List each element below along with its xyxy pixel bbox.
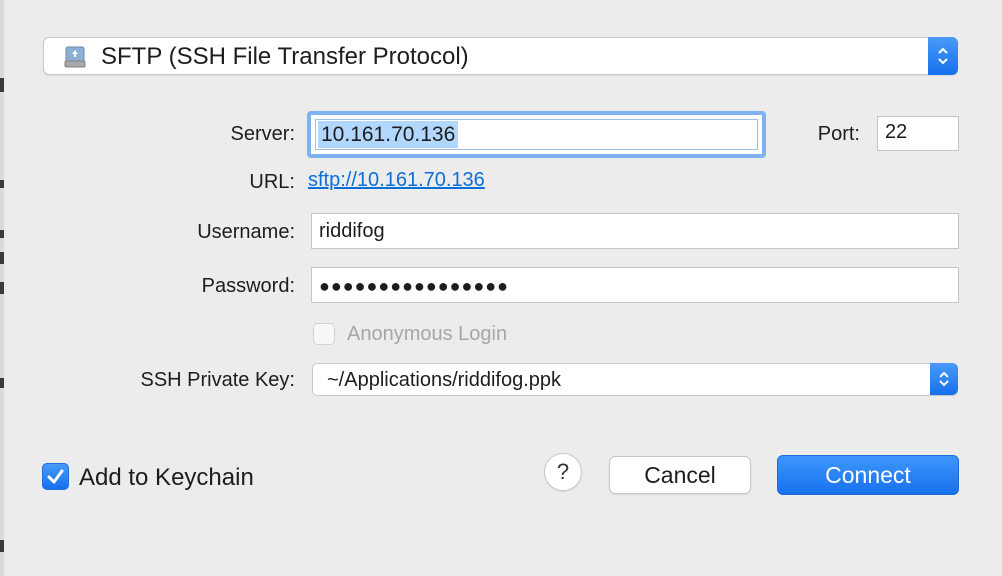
connect-button[interactable]: Connect xyxy=(777,455,959,495)
chevron-updown-icon[interactable] xyxy=(928,37,958,75)
chevron-updown-icon[interactable] xyxy=(930,363,958,395)
cancel-button[interactable]: Cancel xyxy=(609,456,751,494)
url-link[interactable]: sftp://10.161.70.136 xyxy=(308,169,485,192)
anonymous-login-label: Anonymous Login xyxy=(347,323,508,345)
ssh-key-value: ~/Applications/riddifog.ppk xyxy=(327,369,562,391)
protocol-popup[interactable]: SFTP (SSH File Transfer Protocol) xyxy=(43,37,958,75)
help-button[interactable]: ? xyxy=(544,453,582,491)
add-to-keychain-label: Add to Keychain xyxy=(79,464,254,491)
checkmark-icon xyxy=(47,469,64,484)
anonymous-login-checkbox[interactable] xyxy=(313,323,335,345)
port-label: Port: xyxy=(817,123,860,145)
server-value: 10.161.70.136 xyxy=(318,121,459,148)
url-label: URL: xyxy=(249,171,295,193)
username-input[interactable]: riddifog xyxy=(311,213,959,249)
server-label: Server: xyxy=(230,123,295,145)
network-drive-icon xyxy=(64,46,86,68)
ssh-key-label: SSH Private Key: xyxy=(140,369,295,391)
ssh-key-popup[interactable]: ~/Applications/riddifog.ppk xyxy=(312,363,958,396)
password-label: Password: xyxy=(201,275,295,297)
add-to-keychain-checkbox[interactable] xyxy=(42,463,69,490)
password-input[interactable]: ●●●●●●●●●●●●●●●● xyxy=(311,267,959,303)
port-input[interactable]: 22 xyxy=(877,116,959,151)
protocol-label: SFTP (SSH File Transfer Protocol) xyxy=(101,43,469,70)
username-label: Username: xyxy=(197,221,295,243)
